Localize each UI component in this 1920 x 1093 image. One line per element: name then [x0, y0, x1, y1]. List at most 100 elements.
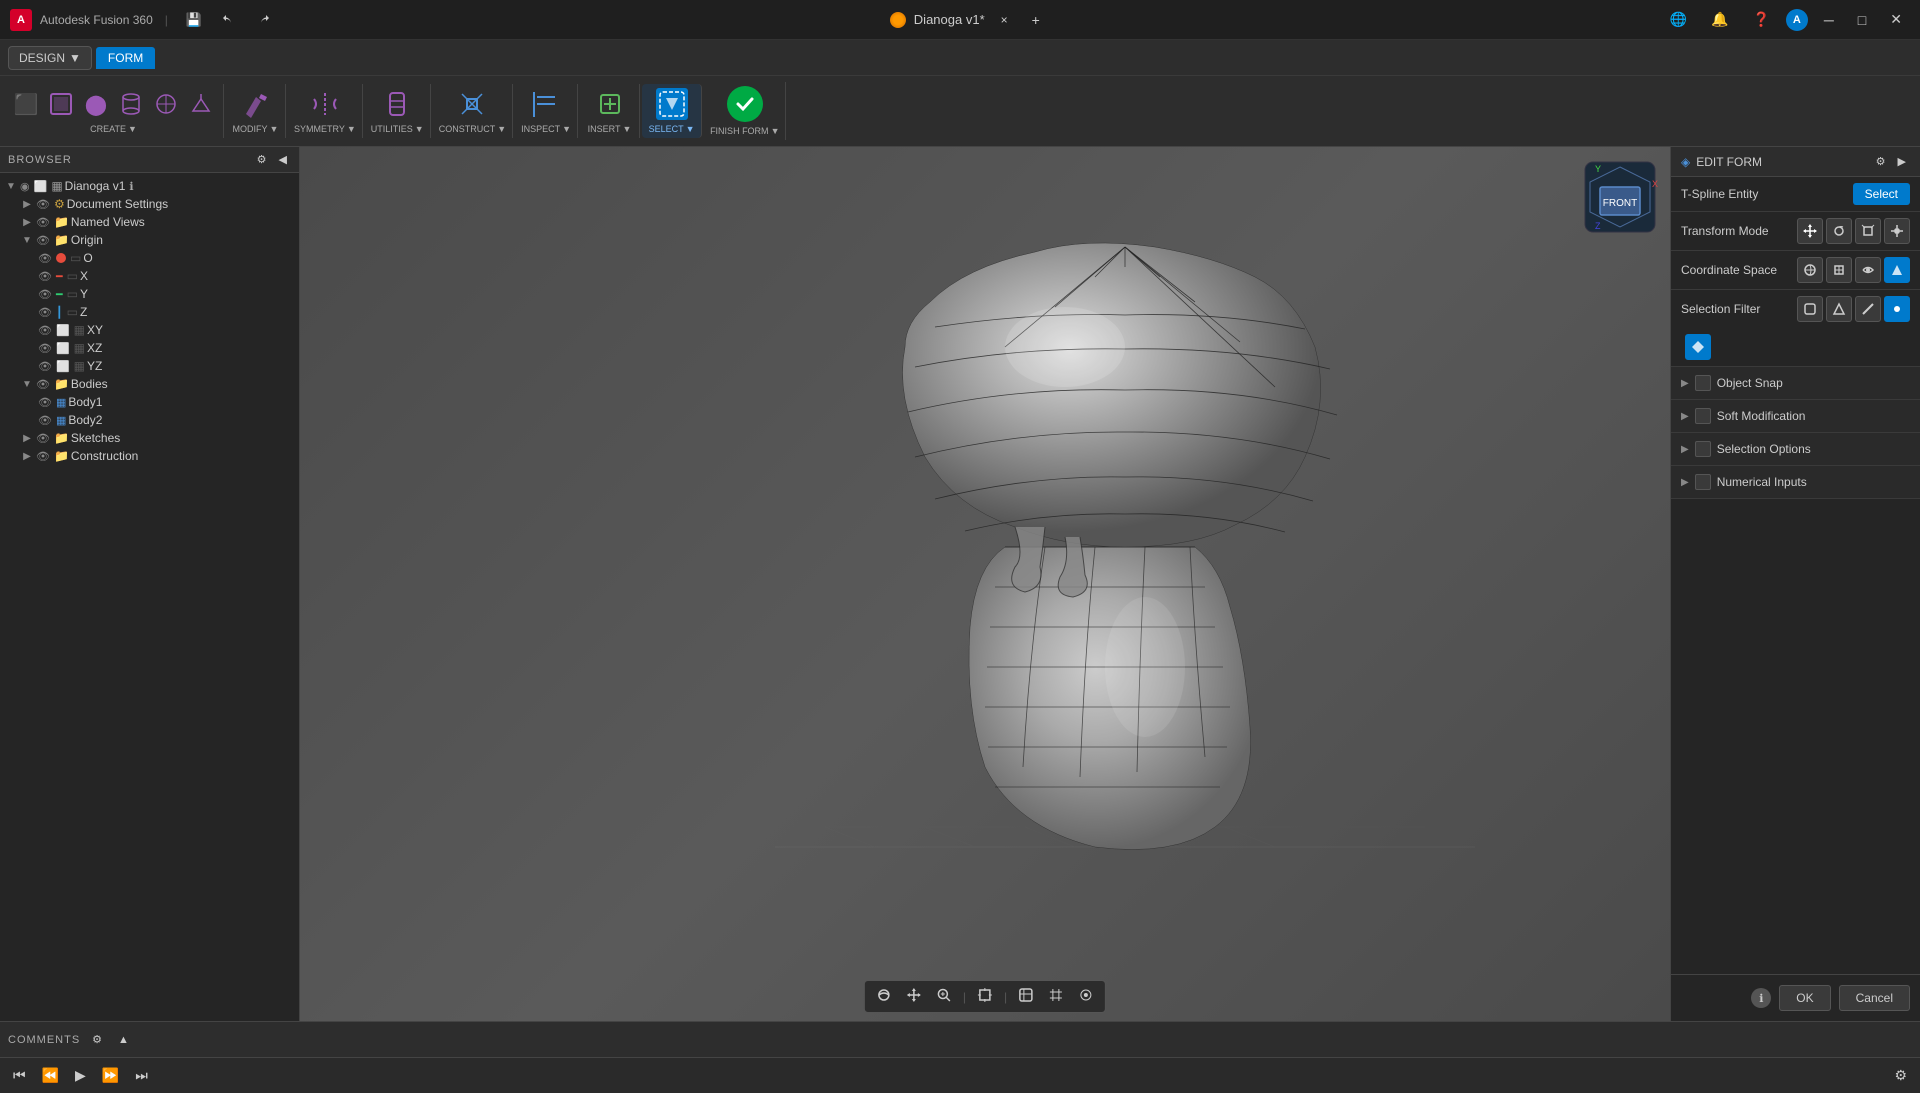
visibility-bodies-icon[interactable]: 👁 — [36, 378, 50, 391]
visibility-body1-icon[interactable]: 👁 — [38, 396, 52, 409]
coord-local-icon[interactable] — [1826, 257, 1852, 283]
visibility-body2-icon[interactable]: 👁 — [38, 414, 52, 427]
anim-settings-button[interactable]: ⚙ — [1889, 1064, 1912, 1087]
tree-item-root[interactable]: ▼ ◉ ⬜ ▦ Dianoga v1 ℹ — [0, 177, 299, 195]
visibility-z-icon[interactable]: 👁 — [38, 306, 52, 319]
root-info-icon[interactable]: ℹ — [129, 180, 133, 193]
new-tab-button[interactable]: + — [1024, 8, 1048, 32]
create-form-icon[interactable] — [45, 88, 77, 120]
tree-item-o[interactable]: 👁 ▭ O — [0, 249, 299, 267]
save-button[interactable]: 💾 — [180, 8, 208, 32]
tree-item-xy[interactable]: 👁 ⬜ ▦ XY — [0, 321, 299, 339]
selection-options-checkbox[interactable] — [1695, 441, 1711, 457]
comments-collapse-button[interactable]: ▲ — [114, 1032, 133, 1048]
insert-icon[interactable] — [594, 88, 626, 120]
visibility-xy-icon[interactable]: 👁 — [38, 324, 52, 337]
select-label[interactable]: SELECT ▼ — [649, 124, 695, 134]
insert-label[interactable]: INSERT ▼ — [588, 124, 632, 134]
filter-extra-icon[interactable] — [1685, 334, 1711, 360]
grid-button[interactable] — [1043, 984, 1069, 1009]
utilities-label[interactable]: UTILITIES ▼ — [371, 124, 424, 134]
expand-named-views-icon[interactable]: ▶ — [20, 217, 34, 228]
panel-expand-button[interactable]: ▶ — [1894, 153, 1910, 170]
panel-settings-button[interactable]: ⚙ — [1872, 153, 1890, 170]
tree-item-xz[interactable]: 👁 ⬜ ▦ XZ — [0, 339, 299, 357]
anim-beginning-button[interactable]: ⏮ — [8, 1064, 31, 1087]
transform-rotate-icon[interactable] — [1826, 218, 1852, 244]
cancel-button[interactable]: Cancel — [1839, 985, 1910, 1011]
fit-button[interactable] — [972, 984, 998, 1009]
symmetry-icon[interactable] — [309, 88, 341, 120]
soft-mod-checkbox[interactable] — [1695, 408, 1711, 424]
minimize-button[interactable]: ─ — [1816, 8, 1842, 32]
anim-play-button[interactable]: ▶ — [70, 1064, 91, 1087]
help-icon-button[interactable]: ❓ — [1744, 7, 1777, 32]
ok-button[interactable]: OK — [1779, 985, 1830, 1011]
close-tab-button[interactable]: × — [993, 9, 1016, 31]
expand-origin-icon[interactable]: ▼ — [20, 235, 34, 246]
create-label[interactable]: CREATE ▼ — [90, 124, 137, 134]
tree-item-x[interactable]: 👁 ━ ▭ X — [0, 267, 299, 285]
construct-icon[interactable] — [456, 88, 488, 120]
redo-button[interactable] — [250, 9, 276, 31]
create-box-icon[interactable]: ⬛ — [10, 88, 42, 120]
coord-view-icon[interactable] — [1855, 257, 1881, 283]
visibility-x-icon[interactable]: 👁 — [38, 270, 52, 283]
filter-body-icon[interactable] — [1797, 296, 1823, 322]
tree-item-body1[interactable]: 👁 ▦ Body1 — [0, 393, 299, 411]
transform-move-icon[interactable] — [1797, 218, 1823, 244]
viewport-canvas[interactable]: FRONT X Y Z | — [300, 147, 1670, 1021]
modify-label[interactable]: MODIFY ▼ — [233, 124, 279, 134]
info-button[interactable]: ℹ — [1751, 988, 1771, 1008]
maximize-button[interactable]: □ — [1850, 8, 1874, 32]
orbit-button[interactable] — [871, 984, 897, 1009]
expand-root-icon[interactable]: ▼ — [4, 181, 18, 192]
network-icon-button[interactable]: 🌐 — [1662, 7, 1695, 32]
tree-item-yz[interactable]: 👁 ⬜ ▦ YZ — [0, 357, 299, 375]
tree-item-sketches[interactable]: ▶ 👁 📁 Sketches — [0, 429, 299, 447]
coord-world-icon[interactable] — [1797, 257, 1823, 283]
object-snap-header[interactable]: ▶ Object Snap — [1671, 367, 1920, 400]
create-cylinder-icon[interactable] — [115, 88, 147, 120]
tree-item-doc-settings[interactable]: ▶ 👁 ⚙ Document Settings — [0, 195, 299, 213]
numerical-inputs-header[interactable]: ▶ Numerical Inputs — [1671, 466, 1920, 499]
visibility-xz-icon[interactable]: 👁 — [38, 342, 52, 355]
tree-item-origin[interactable]: ▼ 👁 📁 Origin — [0, 231, 299, 249]
viewport[interactable]: FRONT X Y Z | — [300, 147, 1670, 1021]
tree-item-bodies[interactable]: ▼ 👁 📁 Bodies — [0, 375, 299, 393]
finish-form-label[interactable]: FINISH FORM ▼ — [710, 126, 779, 136]
soft-modification-header[interactable]: ▶ Soft Modification — [1671, 400, 1920, 433]
expand-doc-settings-icon[interactable]: ▶ — [20, 199, 34, 210]
tree-item-z[interactable]: 👁 ┃ ▭ Z — [0, 303, 299, 321]
undo-button[interactable] — [216, 9, 242, 31]
filter-face-icon[interactable] — [1826, 296, 1852, 322]
transform-all-icon[interactable] — [1884, 218, 1910, 244]
visibility-sketches-icon[interactable]: 👁 — [36, 432, 50, 445]
visibility-yz-icon[interactable]: 👁 — [38, 360, 52, 373]
filter-vertex-icon[interactable] — [1884, 296, 1910, 322]
display-mode-button[interactable] — [1013, 984, 1039, 1009]
anim-prev-button[interactable]: ⏪ — [37, 1064, 64, 1087]
browser-collapse-button[interactable]: ◀ — [275, 151, 291, 168]
close-button[interactable]: ✕ — [1882, 7, 1910, 32]
tree-item-body2[interactable]: 👁 ▦ Body2 — [0, 411, 299, 429]
visibility-construction-icon[interactable]: 👁 — [36, 450, 50, 463]
form-tab-button[interactable]: FORM — [96, 47, 155, 69]
inspect-label[interactable]: INSPECT ▼ — [521, 124, 571, 134]
create-extrude-icon[interactable] — [185, 88, 217, 120]
expand-construction-icon[interactable]: ▶ — [20, 451, 34, 462]
anim-end-button[interactable]: ⏭ — [130, 1064, 153, 1087]
symmetry-label[interactable]: SYMMETRY ▼ — [294, 124, 356, 134]
pan-button[interactable] — [901, 984, 927, 1009]
numerical-inputs-checkbox[interactable] — [1695, 474, 1711, 490]
select-icon[interactable] — [656, 88, 688, 120]
create-sphere-icon[interactable]: ⬤ — [80, 88, 112, 120]
visibility-origin-icon[interactable]: 👁 — [36, 234, 50, 247]
snap-button[interactable] — [1073, 984, 1099, 1009]
visibility-named-views-icon[interactable]: 👁 — [36, 216, 50, 229]
object-snap-checkbox[interactable] — [1695, 375, 1711, 391]
transform-scale-icon[interactable] — [1855, 218, 1881, 244]
coord-active-icon[interactable] — [1884, 257, 1910, 283]
utilities-icon[interactable] — [381, 88, 413, 120]
visibility-doc-icon[interactable]: 👁 — [36, 198, 50, 211]
